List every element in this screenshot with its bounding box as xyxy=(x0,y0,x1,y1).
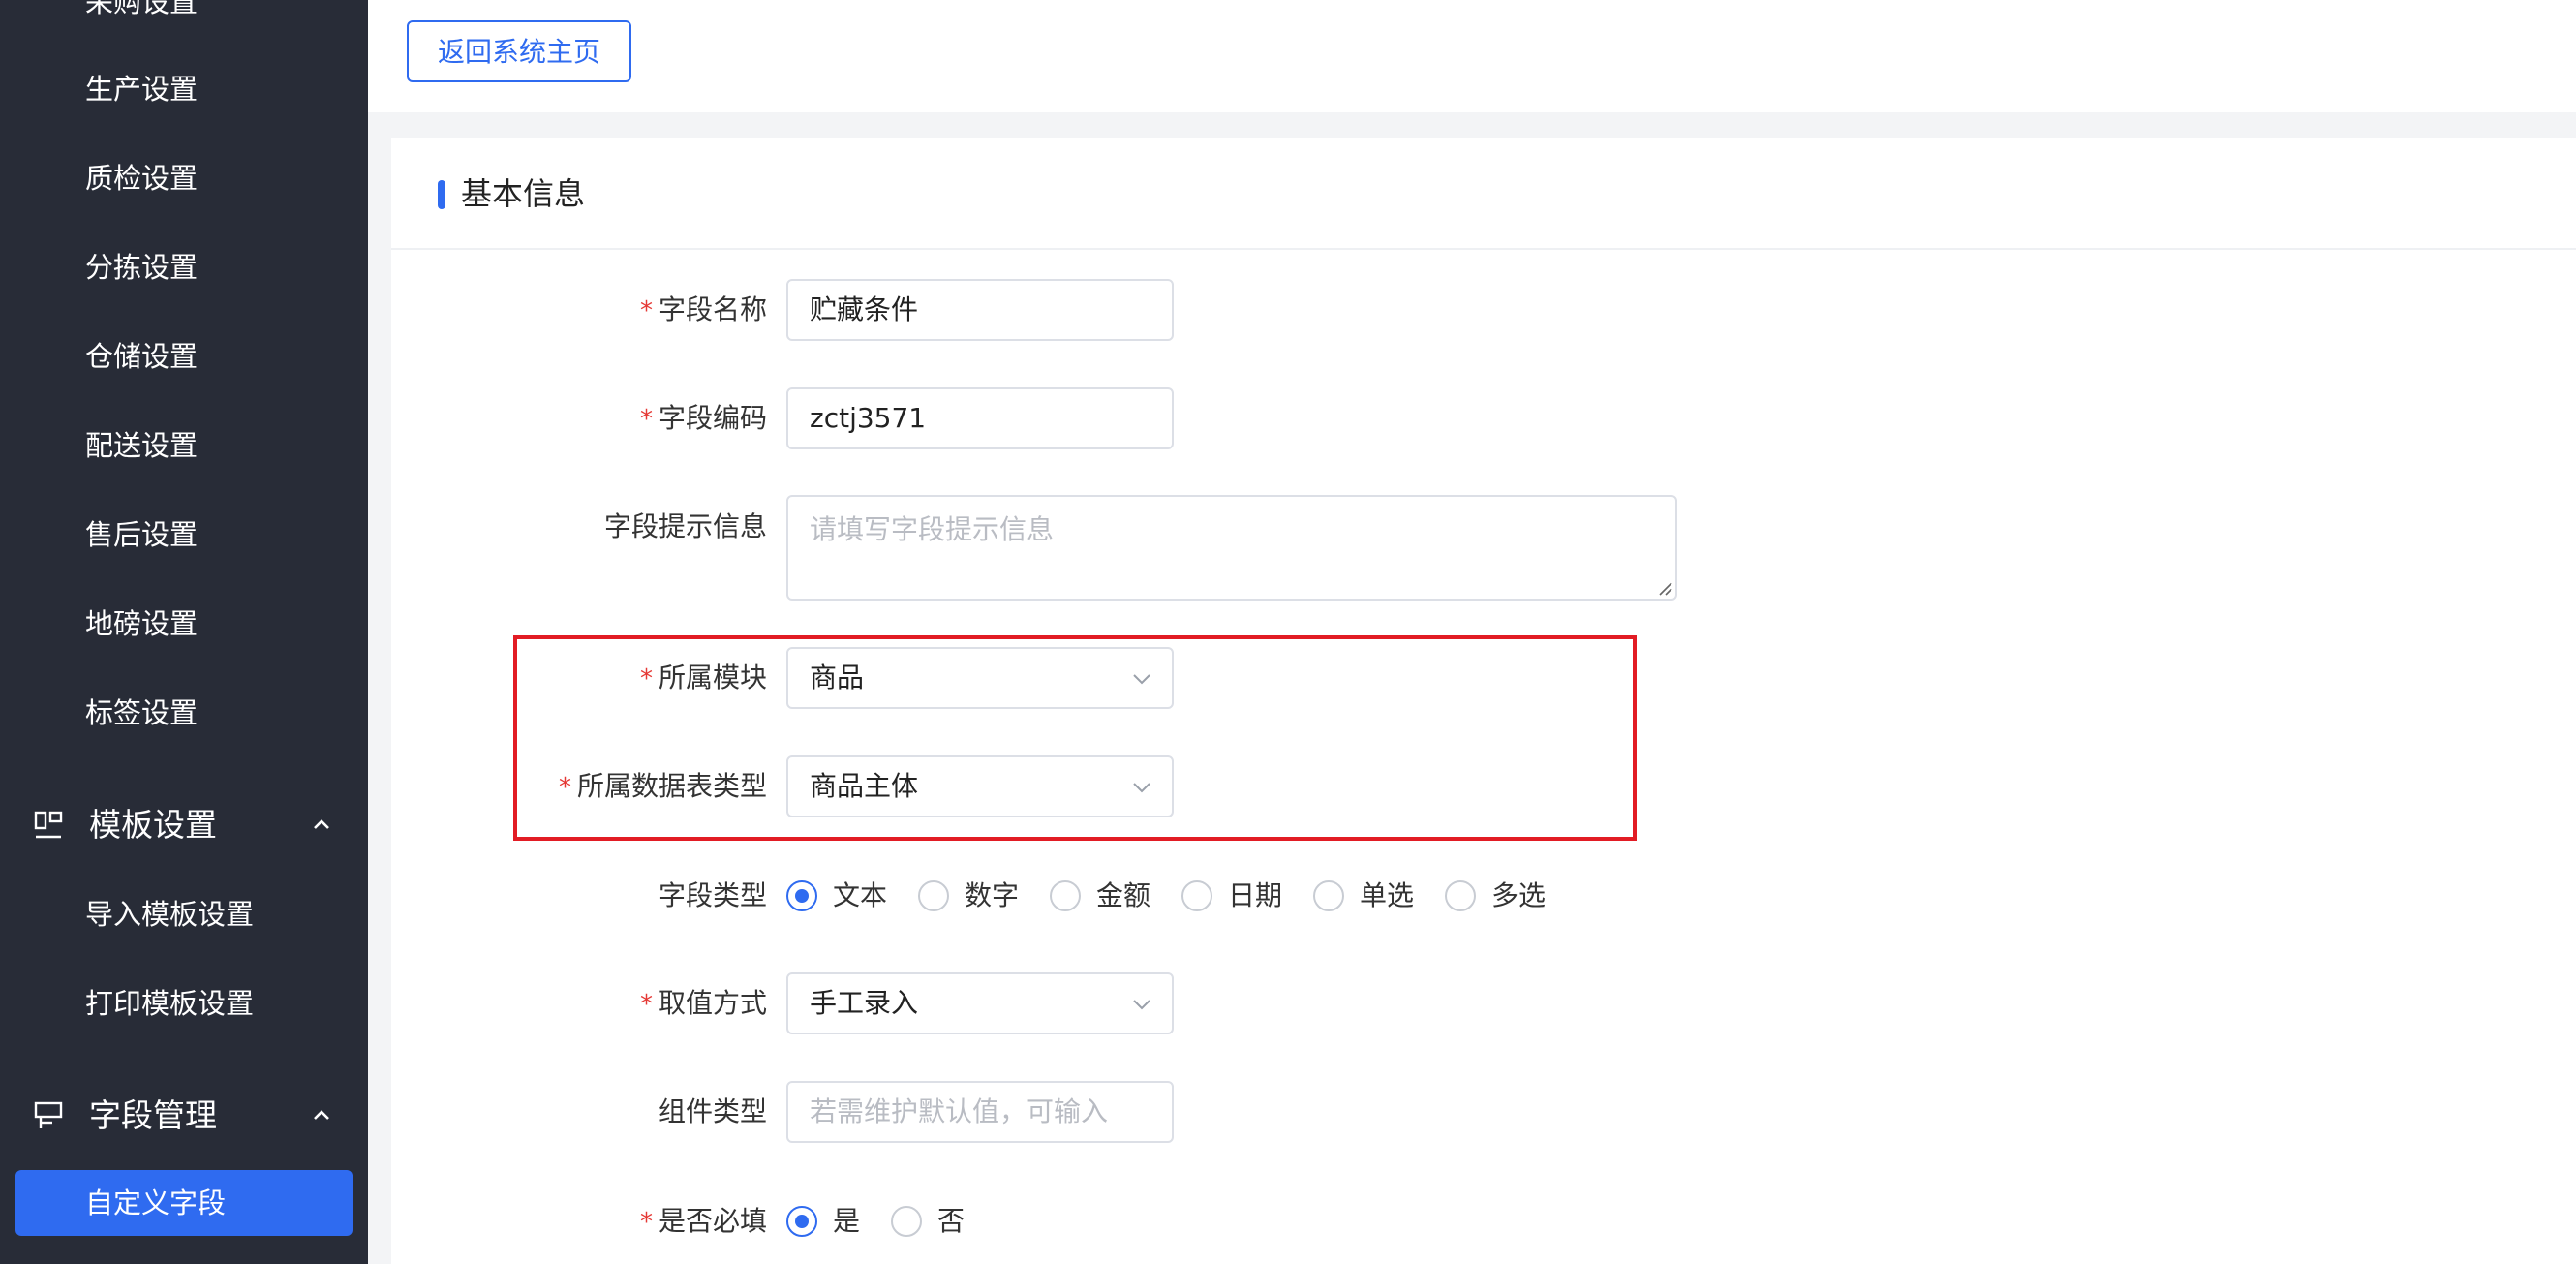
required-mark: * xyxy=(639,990,653,1019)
chevron-down-icon xyxy=(1133,783,1150,793)
component-type-label: 组件类型 xyxy=(658,1095,767,1127)
table-type-label: * 所属数据表类型 xyxy=(558,770,767,802)
field-hint-label: 字段提示信息 xyxy=(603,510,767,542)
field-hint-placeholder: 请填写字段提示信息 xyxy=(810,513,1055,545)
title-accent-bar xyxy=(438,180,445,209)
card-header: 基本信息 xyxy=(391,138,2576,250)
sidebar-item-import-template[interactable]: 导入模板设置 xyxy=(85,895,254,934)
module-select-value: 商品 xyxy=(810,662,865,694)
sidebar-item-weighbridge-settings[interactable]: 地磅设置 xyxy=(85,604,198,643)
radio-circle[interactable] xyxy=(1445,880,1476,911)
required-mark: * xyxy=(639,296,653,325)
field-name-input[interactable]: 贮藏条件 xyxy=(786,279,1174,341)
sidebar-item-qc-settings[interactable]: 质检设置 xyxy=(85,159,198,198)
radio-circle[interactable] xyxy=(891,1206,922,1237)
sidebar-item-print-template[interactable]: 打印模板设置 xyxy=(85,984,254,1023)
required-mark: * xyxy=(639,664,653,694)
sidebar-item-aftersales-settings[interactable]: 售后设置 xyxy=(85,515,198,554)
radio-circle[interactable] xyxy=(1313,880,1344,911)
sidebar-item-custom-fields[interactable]: 自定义字段 xyxy=(15,1170,353,1236)
chevron-up-icon[interactable] xyxy=(310,814,333,837)
sidebar: 采购设置 生产设置 质检设置 分拣设置 仓储设置 配送设置 售后设置 地磅设置 … xyxy=(0,0,368,1264)
sidebar-item-label-settings[interactable]: 标签设置 xyxy=(85,694,198,732)
sidebar-item-production-settings[interactable]: 生产设置 xyxy=(85,70,198,108)
is-required-label: * 是否必填 xyxy=(639,1205,767,1237)
chevron-up-icon[interactable] xyxy=(310,1104,333,1127)
section-title: 基本信息 xyxy=(461,175,586,212)
layout-icon xyxy=(34,811,63,839)
field-hint-textarea[interactable]: 请填写字段提示信息 xyxy=(786,495,1677,601)
chevron-down-icon xyxy=(1133,674,1150,685)
radio-circle[interactable] xyxy=(1050,880,1081,911)
resize-grip-icon[interactable] xyxy=(1656,579,1673,597)
module-label: * 所属模块 xyxy=(639,662,767,694)
table-type-select[interactable]: 商品主体 xyxy=(786,755,1174,817)
top-bar: 返回系统主页 xyxy=(368,0,2576,112)
field-icon xyxy=(34,1101,63,1128)
sidebar-group-label: 模板设置 xyxy=(89,806,217,844)
required-mark: * xyxy=(639,405,653,434)
sidebar-item-warehouse-settings[interactable]: 仓储设置 xyxy=(85,337,198,376)
radio-circle[interactable] xyxy=(918,880,949,911)
sidebar-group-field-management[interactable]: 字段管理 xyxy=(0,1087,368,1145)
field-type-label: 字段类型 xyxy=(658,879,767,911)
back-to-home-button[interactable]: 返回系统主页 xyxy=(407,20,631,82)
required-mark: * xyxy=(639,1208,653,1237)
radio-circle[interactable] xyxy=(786,1206,817,1237)
sidebar-group-label: 字段管理 xyxy=(89,1096,217,1134)
value-mode-label: * 取值方式 xyxy=(639,987,767,1019)
module-select[interactable]: 商品 xyxy=(786,647,1174,709)
field-name-label: * 字段名称 xyxy=(639,293,767,325)
sidebar-item-delivery-settings[interactable]: 配送设置 xyxy=(85,426,198,465)
required-mark: * xyxy=(558,773,571,802)
field-code-input[interactable]: zctj3571 xyxy=(786,387,1174,449)
value-mode-select-value: 手工录入 xyxy=(810,987,919,1019)
sidebar-item-purchase-settings[interactable]: 采购设置 xyxy=(85,0,198,21)
radio-circle[interactable] xyxy=(1181,880,1212,911)
value-mode-select[interactable]: 手工录入 xyxy=(786,972,1174,1034)
sidebar-item-label: 自定义字段 xyxy=(85,1187,227,1219)
sidebar-group-template-settings[interactable]: 模板设置 xyxy=(0,796,368,854)
table-type-select-value: 商品主体 xyxy=(810,770,919,802)
field-code-label: * 字段编码 xyxy=(639,402,767,434)
sidebar-item-sorting-settings[interactable]: 分拣设置 xyxy=(85,248,198,287)
radio-circle[interactable] xyxy=(786,880,817,911)
component-type-input[interactable]: 若需维护默认值，可输入 xyxy=(786,1081,1174,1143)
chevron-down-icon xyxy=(1133,1000,1150,1010)
